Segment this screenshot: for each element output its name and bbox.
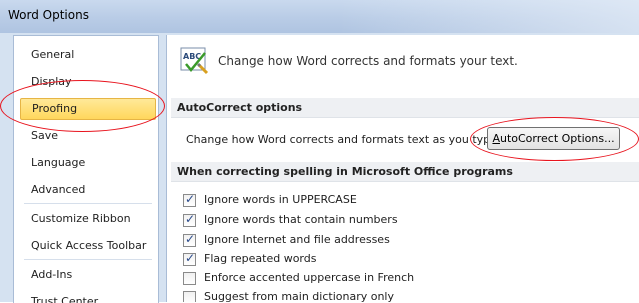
sidebar-item-display[interactable]: Display: [20, 71, 156, 93]
autocorrect-description: Change how Word corrects and formats tex…: [186, 133, 501, 146]
checkmark-icon: ✓: [185, 232, 196, 246]
window-title: Word Options: [8, 8, 89, 22]
checkbox[interactable]: ✓: [183, 232, 196, 247]
option-label: Ignore Internet and file addresses: [204, 233, 390, 246]
options-sidebar: General Display Proofing Save Language A…: [13, 35, 159, 303]
panel-heading: Change how Word corrects and formats you…: [218, 54, 518, 68]
autocorrect-section-header: AutoCorrect options: [171, 98, 639, 118]
sidebar-item-add-ins[interactable]: Add-Ins: [20, 264, 156, 286]
option-label: Ignore words in UPPERCASE: [204, 193, 357, 206]
proofing-panel: ABC Change how Word corrects and formats…: [166, 35, 639, 302]
sidebar-item-trust-center[interactable]: Trust Center: [20, 291, 156, 303]
sidebar-item-general[interactable]: General: [20, 44, 156, 66]
checkbox[interactable]: ✓: [183, 212, 196, 227]
option-label: Flag repeated words: [204, 252, 317, 265]
abc-check-icon: ABC: [180, 47, 209, 75]
checkmark-icon: ✓: [185, 192, 196, 206]
spelling-section-header: When correcting spelling in Microsoft Of…: [171, 162, 639, 182]
checkmark-icon: ✓: [185, 251, 196, 265]
autocorrect-button-label: utoCorrect Options...: [499, 132, 615, 145]
checkbox[interactable]: ✓: [183, 192, 196, 207]
title-bar-background: [339, 0, 639, 33]
sidebar-item-proofing[interactable]: Proofing: [20, 98, 156, 120]
sidebar-divider: [24, 203, 152, 204]
checkbox[interactable]: [183, 291, 196, 302]
autocorrect-button-accesskey: A: [492, 132, 500, 145]
title-bar: Word Options: [0, 0, 639, 34]
option-label: Suggest from main dictionary only: [204, 290, 394, 302]
option-label: Enforce accented uppercase in French: [204, 271, 415, 284]
autocorrect-options-button[interactable]: AutoCorrect Options...: [487, 127, 620, 150]
sidebar-item-language[interactable]: Language: [20, 152, 156, 174]
dialog-body: General Display Proofing Save Language A…: [0, 33, 639, 303]
checkmark-icon: ✓: [185, 212, 196, 226]
sidebar-item-advanced[interactable]: Advanced: [20, 179, 156, 201]
checkbox[interactable]: ✓: [183, 251, 196, 266]
sidebar-item-quick-access-toolbar[interactable]: Quick Access Toolbar: [20, 235, 156, 257]
sidebar-item-customize-ribbon[interactable]: Customize Ribbon: [20, 208, 156, 230]
option-label: Ignore words that contain numbers: [204, 213, 398, 226]
checkbox[interactable]: [183, 272, 196, 285]
sidebar-divider: [24, 259, 152, 260]
sidebar-item-save[interactable]: Save: [20, 125, 156, 147]
